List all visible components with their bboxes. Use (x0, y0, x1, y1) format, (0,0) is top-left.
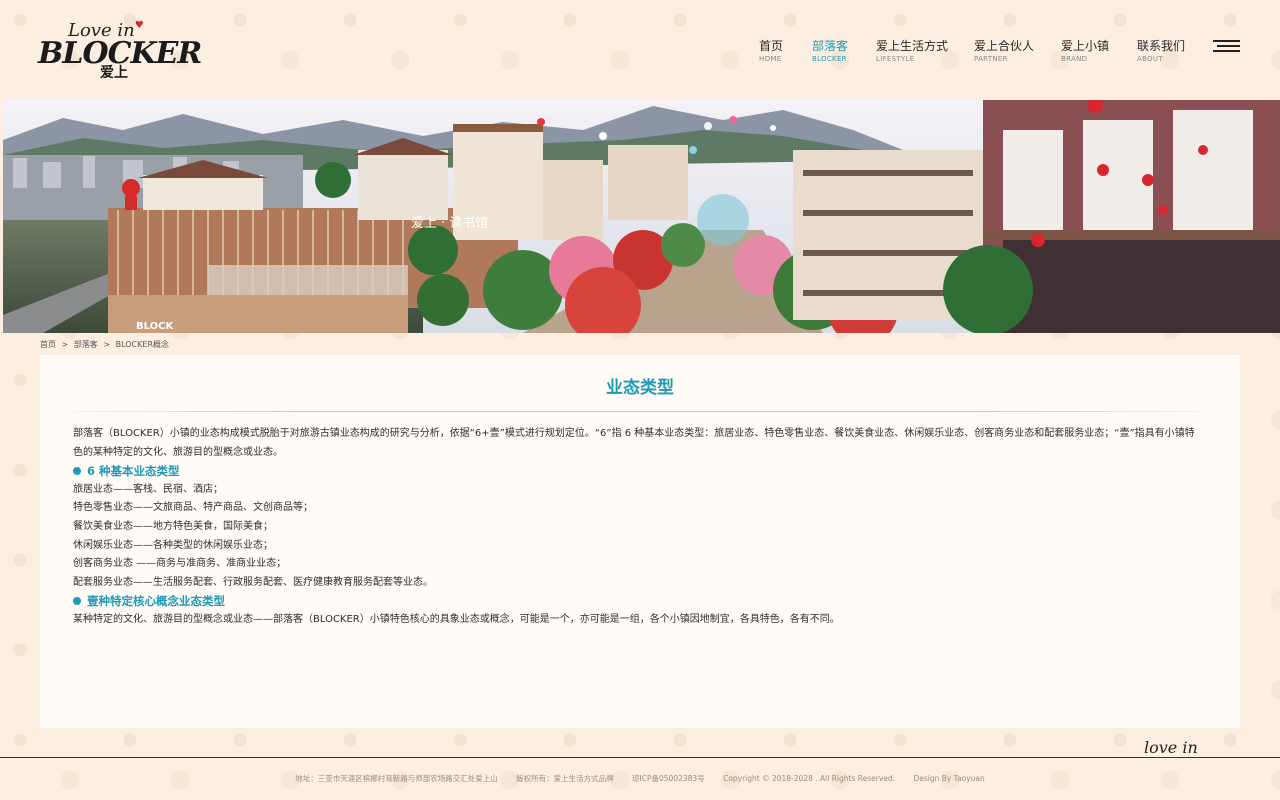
list-item: 特色零售业态——文旅商品、特产商品、文创商品等； (73, 502, 313, 514)
list-item: 配套服务业态——生活服务配套、行政服务配套、医疗健康教育服务配套等业态。 (73, 576, 433, 588)
breadcrumb-current: BLOCKER概念 (115, 340, 169, 349)
breadcrumb-separator: > (103, 340, 111, 349)
nav-label: 爱上小镇 (1061, 39, 1110, 53)
page-title: 业态类型 (606, 378, 674, 398)
list-item: 餐饮美食业态——地方特色美食，国际美食； (73, 520, 273, 532)
bullet-dot-icon (73, 467, 81, 476)
nav-sublabel: ABOUT (1137, 55, 1163, 63)
core-paragraph: 某种特定的文化、旅游目的型概念或业态——部落客（BLOCKER）小镇特色核心的具… (73, 613, 840, 625)
nav-sublabel: BLOCKER (812, 55, 847, 63)
nav-label: 联系我们 (1137, 39, 1186, 53)
nav-sublabel: PARTNER (974, 55, 1008, 63)
footer-design-credit: Design By Taoyuan (913, 774, 985, 783)
breadcrumb-blocker[interactable]: 部落客 (74, 340, 98, 349)
footer-signature: love in (1140, 738, 1202, 757)
town-illustration: 爱上 · 读书馆 BLOCK (3, 100, 1280, 333)
nav-item-about[interactable]: 联系我们 ABOUT (1137, 38, 1185, 64)
list-item: 休闲娱乐业态——各种类型的休闲娱乐业态； (73, 539, 273, 551)
nav-label: 部落客 (812, 39, 849, 53)
hamburger-menu-icon[interactable] (1213, 38, 1240, 54)
nav-item-blocker[interactable]: 部落客 BLOCKER (812, 38, 848, 64)
footer-copyright: Copyright © 2018-2028 . All Rights Reser… (723, 774, 896, 783)
section-heading-core: 壹种特定核心概念业态类型 (73, 592, 1203, 611)
nav-item-lifestyle[interactable]: 爱上生活方式 LIFESTYLE (876, 38, 948, 64)
heart-icon: ♥ (134, 20, 144, 31)
title-divider (75, 411, 1200, 412)
nav-label: 爱上生活方式 (876, 39, 949, 53)
footer-address: 地址：三亚市天涯区槟榔村育新路与师部农场路交汇处爱上山 (295, 774, 498, 783)
main-nav: 首页 HOME 部落客 BLOCKER 爱上生活方式 LIFESTYLE 爱上合… (0, 38, 1280, 68)
section-heading-text: 6 种基本业态类型 (87, 464, 180, 479)
bullet-dot-icon (73, 597, 81, 606)
section-heading-basic: 6 种基本业态类型 (73, 462, 1203, 481)
section-heading-text: 壹种特定核心概念业态类型 (87, 594, 225, 609)
breadcrumb-separator: > (61, 340, 69, 349)
content-panel: 业态类型 部落客（BLOCKER）小镇的业态构成模式脱胎于对旅游古镇业态构成的研… (40, 355, 1240, 728)
footer-icp-link[interactable]: 琼ICP备05002383号 (632, 774, 705, 783)
site-header: Love in♥ BLOCKER 爱上 首页 HOME 部落客 BLOCKER … (0, 0, 1280, 100)
nav-sublabel: BRAND (1061, 55, 1088, 63)
banner-sign-text: 爱上 · 读书馆 (411, 216, 488, 231)
list-item: 创客商务业态 ——商务与准商务、准商业业态； (73, 558, 287, 570)
hero-banner: 爱上 · 读书馆 BLOCK (3, 100, 1280, 333)
article-body: 部落客（BLOCKER）小镇的业态构成模式脱胎于对旅游古镇业态构成的研究与分析，… (73, 425, 1203, 630)
list-item: 旅居业态——客栈、民宿、酒店； (73, 483, 223, 495)
nav-label: 首页 (759, 39, 784, 53)
banner-corner-text: BLOCK (136, 321, 174, 332)
nav-item-brand[interactable]: 爱上小镇 BRAND (1061, 38, 1109, 64)
nav-sublabel: LIFESTYLE (876, 55, 915, 63)
nav-item-home[interactable]: 首页 HOME (759, 38, 783, 64)
intro-paragraph: 部落客（BLOCKER）小镇的业态构成模式脱胎于对旅游古镇业态构成的研究与分析，… (73, 428, 1195, 458)
footer-info: 地址：三亚市天涯区槟榔村育新路与师部农场路交汇处爱上山 版权所有：爱上生活方式品… (0, 773, 1280, 784)
footer-rights: 版权所有：爱上生活方式品牌 (516, 774, 614, 783)
breadcrumb-home[interactable]: 首页 (40, 340, 56, 349)
breadcrumb: 首页 > 部落客 > BLOCKER概念 (40, 339, 172, 350)
nav-item-partner[interactable]: 爱上合伙人 PARTNER (974, 38, 1034, 64)
nav-label: 爱上合伙人 (974, 39, 1035, 53)
nav-sublabel: HOME (759, 55, 782, 63)
footer-divider (0, 757, 1280, 758)
